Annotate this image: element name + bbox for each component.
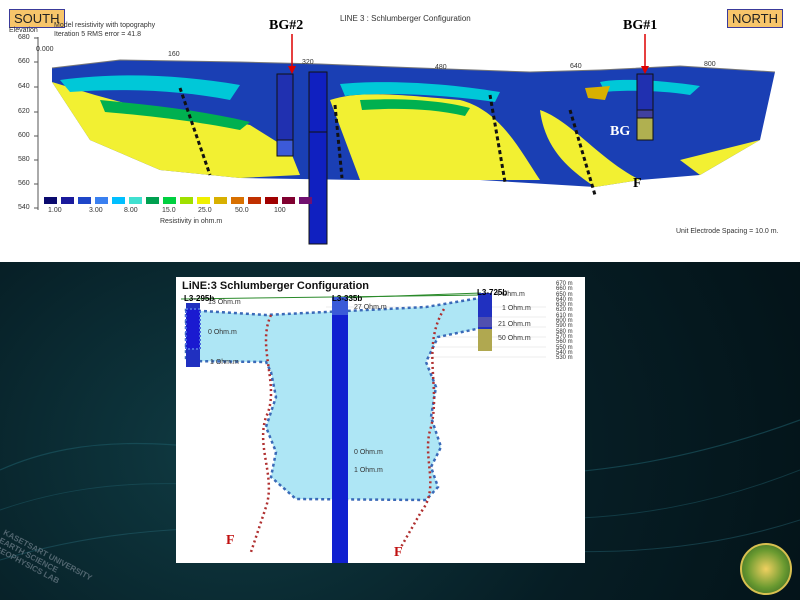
resistivity-section-plot — [34, 34, 776, 245]
legend-tick: 100 — [274, 207, 286, 214]
elevation-tick: 540 — [18, 204, 30, 211]
legend-swatch — [78, 197, 91, 204]
borehole-label-bg2: BG#2 — [269, 18, 304, 33]
bg-label: BG — [610, 124, 631, 139]
legend-swatch — [146, 197, 159, 204]
elevation-tick: 680 — [18, 34, 30, 41]
university-seal — [740, 543, 792, 595]
elevation-tick: 600 — [18, 132, 30, 139]
legend-swatch — [44, 197, 57, 204]
borehole-label-bg1: BG#1 — [623, 18, 658, 33]
well-label: L3-335b — [332, 294, 363, 303]
legend-tick: 3.00 — [89, 207, 103, 214]
resistivity-label: 0 Ohm.m — [354, 449, 383, 456]
resistivity-label: 0 Ohm.m — [208, 329, 237, 336]
legend-tick: 15.0 — [162, 207, 176, 214]
model-title: Model resistivity with topography — [54, 22, 156, 29]
elevation-tick: 660 — [18, 58, 30, 65]
distance-tick: 640 — [570, 63, 582, 70]
legend-swatch — [197, 197, 210, 204]
section-title: LINE 3 : Schlumberger Configuration — [340, 14, 471, 23]
resistivity-label: 27 Ohm.m — [354, 304, 387, 311]
fault-label-left: F — [226, 533, 235, 548]
legend-tick: 1.00 — [48, 207, 62, 214]
legend-tick: 50.0 — [235, 207, 249, 214]
resistivity-label: 1 Ohm.m — [354, 467, 383, 474]
depth-scale: 670 m 660 m 650 m 640 m 630 m 620 m 610 m 60… — [556, 281, 573, 362]
legend-title: Resistivity in ohm.m — [160, 218, 223, 225]
resistivity-label: 1 Ohm.m — [210, 359, 239, 366]
resistivity-label: 1 Ohm.m — [502, 305, 531, 312]
legend-tick: 25.0 — [198, 207, 212, 214]
legend-swatch — [129, 197, 142, 204]
legend-swatch — [248, 197, 261, 204]
legend-swatch — [265, 197, 278, 204]
iteration-text: Iteration 5 RMS error = 41.8 — [54, 31, 141, 38]
interpretation-panel: LiNE:3 Schlumberger Configuration L3-295… — [176, 277, 585, 563]
resistivity-legend — [44, 197, 316, 204]
elevation-tick: 620 — [18, 108, 30, 115]
distance-tick: 0.000 — [36, 46, 54, 53]
elevation-label: Elevation — [9, 27, 38, 34]
legend-swatch — [299, 197, 312, 204]
legend-swatch — [180, 197, 193, 204]
elevation-tick: 580 — [18, 156, 30, 163]
north-label: NORTH — [727, 9, 783, 28]
distance-tick: 160 — [168, 51, 180, 58]
elevation-tick: 560 — [18, 180, 30, 187]
distance-tick: 800 — [704, 61, 716, 68]
legend-swatch — [163, 197, 176, 204]
legend-swatch — [61, 197, 74, 204]
legend-swatch — [282, 197, 295, 204]
interpretation-plot — [180, 292, 546, 563]
legend-tick: 8.00 — [124, 207, 138, 214]
resistivity-label: 21 Ohm.m — [498, 321, 531, 328]
legend-swatch — [231, 197, 244, 204]
resistivity-label: 13 Ohm.m — [208, 299, 241, 306]
electrode-spacing: Unit Electrode Spacing = 10.0 m. — [676, 228, 779, 235]
distance-tick: 480 — [435, 64, 447, 71]
fault-label: F — [633, 176, 642, 191]
resistivity-label: 4 Ohm.m — [496, 291, 525, 298]
elevation-tick: 640 — [18, 83, 30, 90]
fault-label-right: F — [394, 545, 403, 560]
legend-swatch — [214, 197, 227, 204]
resistivity-label: 50 Ohm.m — [498, 335, 531, 342]
interpretation-title: LiNE:3 Schlumberger Configuration — [182, 280, 370, 292]
distance-tick: 320 — [302, 59, 314, 66]
resistivity-section-panel: SOUTH NORTH Elevation Model resistivity … — [0, 0, 800, 262]
legend-swatch — [95, 197, 108, 204]
legend-swatch — [112, 197, 125, 204]
